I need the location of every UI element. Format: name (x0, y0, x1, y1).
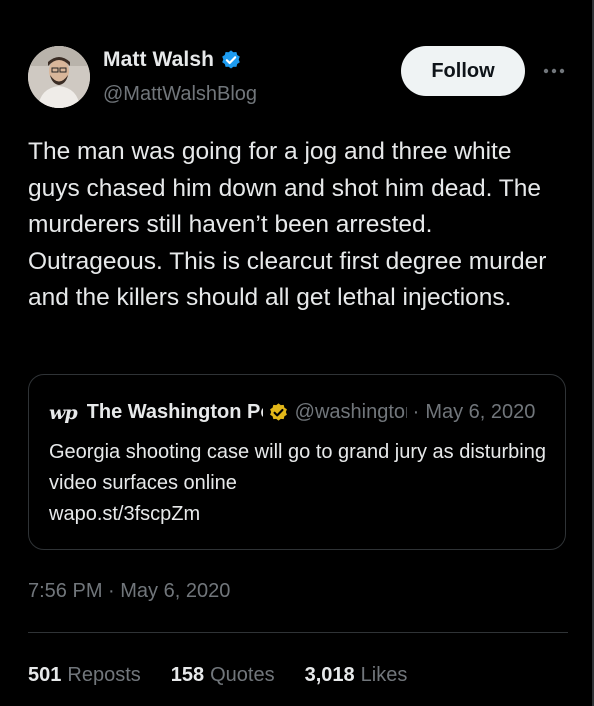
quoted-tweet-card[interactable]: wp The Washington Post @washingtonpost ·… (28, 374, 566, 550)
author-handle[interactable]: @MattWalshBlog (103, 83, 257, 106)
tweet-timestamp[interactable]: 7:56 PM · May 6, 2020 (28, 580, 230, 603)
quoted-author-handle[interactable]: @washingtonpost (295, 401, 407, 424)
quoted-tweet-text: Georgia shooting case will go to grand j… (49, 441, 546, 525)
reposts-stat[interactable]: 501 Reposts (28, 664, 141, 687)
quotes-count: 158 (170, 664, 205, 686)
avatar[interactable] (28, 46, 90, 108)
verified-organization-badge-icon (269, 403, 287, 421)
reposts-count: 501 (28, 664, 62, 686)
avatar-image (28, 46, 90, 108)
quotes-label: Quotes (210, 664, 275, 686)
dot-separator: · (412, 401, 420, 423)
verified-badge-icon (222, 50, 240, 69)
washington-post-logo-icon: wp (49, 401, 78, 424)
quotes-stat[interactable]: 158 Quotes (171, 664, 275, 687)
tweet-text: The man was going for a jog and three wh… (28, 138, 547, 311)
likes-count: 3,018 (304, 664, 355, 686)
stats-divider (28, 632, 568, 633)
reposts-label: Reposts (67, 664, 141, 686)
follow-button[interactable]: Follow (401, 46, 525, 96)
engagement-stats: 501 Reposts 158 Quotes 3,018 Likes (28, 664, 437, 687)
author-name[interactable]: Matt Walsh (103, 48, 214, 72)
author-name-row: Matt Walsh (103, 48, 242, 72)
more-horizontal-icon[interactable] (540, 58, 568, 84)
quoted-tweet-header: wp The Washington Post @washingtonpost ·… (49, 401, 549, 424)
likes-label: Likes (360, 664, 408, 686)
quoted-tweet-date[interactable]: May 6, 2020 (425, 401, 535, 424)
likes-stat[interactable]: 3,018 Likes (305, 664, 408, 687)
quoted-author-name[interactable]: The Washington Post (87, 401, 263, 424)
